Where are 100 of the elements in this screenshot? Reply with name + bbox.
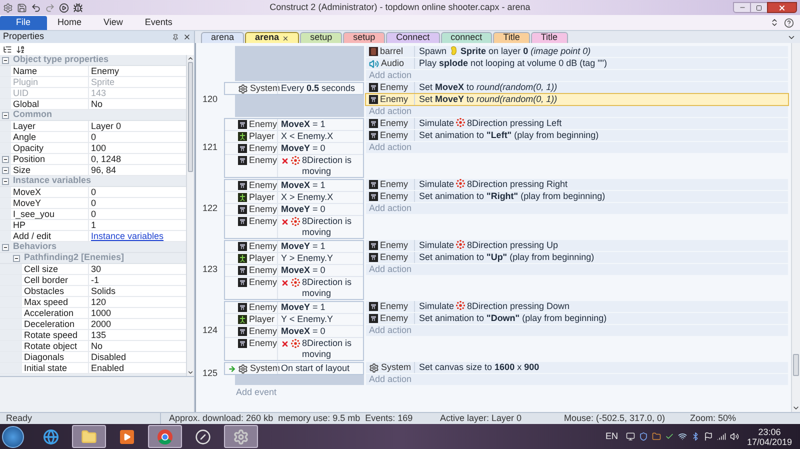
- layout-tab[interactable]: setup: [300, 32, 342, 43]
- property-row[interactable]: I_see_you 0: [0, 209, 186, 220]
- save-icon[interactable]: [17, 2, 27, 12]
- property-row[interactable]: Rotate object No: [0, 341, 186, 352]
- condition-block[interactable]: Enemy MoveY = 1 Player Y < Enemy.Y Enemy MoveX = 0 Enemy 8Direction is moving: [224, 301, 364, 361]
- action-row[interactable]: System Set canvas size to 1600 x 900: [366, 362, 788, 373]
- close-button[interactable]: [767, 2, 797, 13]
- property-row[interactable]: Position 0, 1248: [0, 154, 186, 165]
- condition-cell[interactable]: MoveX = 1: [277, 119, 363, 130]
- property-row[interactable]: Name Enemy: [0, 66, 186, 77]
- property-row[interactable]: Deceleration 2000: [0, 319, 186, 330]
- check-icon[interactable]: [664, 432, 674, 441]
- file-menu-button[interactable]: File: [0, 16, 47, 30]
- scroll-thumb[interactable]: [188, 62, 193, 172]
- property-row[interactable]: Initial state Enabled: [0, 363, 186, 374]
- property-row[interactable]: Cell size 30: [0, 264, 186, 275]
- play-icon[interactable]: [59, 2, 69, 12]
- action-row[interactable]: Enemy Simulate 8Direction pressing Right: [366, 179, 788, 190]
- layout-tab[interactable]: Title: [493, 32, 530, 43]
- property-row[interactable]: HP 1: [0, 220, 186, 231]
- scroll-thumb[interactable]: [793, 354, 799, 376]
- ribbon-tab[interactable]: Events: [134, 16, 184, 30]
- gear-icon[interactable]: [3, 2, 13, 12]
- property-row[interactable]: Layer Layer 0: [0, 121, 186, 132]
- action-row[interactable]: Enemy Simulate 8Direction pressing Up: [366, 240, 788, 251]
- volume-icon[interactable]: [730, 432, 739, 441]
- action-row[interactable]: Enemy Set animation to "Down" (play from beginning): [366, 313, 788, 324]
- tab-list-icon[interactable]: [787, 33, 796, 42]
- property-row[interactable]: Acceleration 1000: [0, 308, 186, 319]
- property-link[interactable]: Instance variables: [91, 231, 164, 241]
- close-icon[interactable]: [282, 34, 290, 42]
- collapse-icon[interactable]: [13, 254, 20, 262]
- collapse-icon[interactable]: [2, 112, 9, 118]
- action-row[interactable]: Enemy Set animation to "Right" (play from beginning): [366, 191, 788, 202]
- maximize-button[interactable]: [751, 2, 767, 13]
- folder-icon[interactable]: [652, 432, 661, 441]
- condition-cell[interactable]: Y > Enemy.Y: [277, 253, 363, 264]
- monitor-icon[interactable]: [626, 432, 635, 441]
- property-row[interactable]: Angle 0: [0, 132, 186, 143]
- bug-icon[interactable]: [73, 2, 83, 12]
- property-row[interactable]: Opacity 100: [0, 143, 186, 154]
- language-indicator[interactable]: EN: [605, 430, 618, 444]
- property-row[interactable]: Max speed 120: [0, 297, 186, 308]
- layout-tab[interactable]: connect: [440, 32, 492, 43]
- condition-cell[interactable]: MoveY = 1: [277, 302, 363, 313]
- action-row[interactable]: Enemy Set MoveY to round(random(0, 1)): [366, 94, 788, 105]
- collapse-ribbon-icon[interactable]: [770, 18, 779, 27]
- condition-block[interactable]: System On start of layout: [224, 362, 364, 375]
- property-row[interactable]: Obstacles Solids: [0, 286, 186, 297]
- action-row[interactable]: Audio Play splode not looping at volume 0 dB (tag ""): [366, 58, 788, 69]
- categorized-icon[interactable]: [3, 44, 12, 54]
- property-row[interactable]: Diagonals Disabled: [0, 352, 186, 363]
- condition-block[interactable]: Enemy MoveY = 1 Player Y > Enemy.Y Enemy MoveX = 0 Enemy 8Direction is moving: [224, 240, 364, 300]
- condition-cell[interactable]: X > Enemy.X: [277, 192, 363, 203]
- property-row[interactable]: Add / edit Instance variables: [0, 231, 186, 242]
- ribbon-tab[interactable]: View: [92, 16, 134, 30]
- scrollbar[interactable]: [791, 43, 800, 412]
- clock[interactable]: 23:06 17/04/2019: [746, 426, 792, 446]
- start-button[interactable]: [2, 426, 24, 448]
- property-row[interactable]: MoveY 0: [0, 198, 186, 209]
- bluetooth-icon[interactable]: [690, 432, 700, 441]
- pin-icon[interactable]: [172, 34, 179, 40]
- scroll-down-icon[interactable]: [792, 404, 800, 412]
- ribbon-tab[interactable]: Home: [46, 16, 93, 30]
- action-row[interactable]: barrel Spawn Sprite on layer 0 (image point 0): [366, 46, 788, 57]
- layout-tab[interactable]: arena: [201, 32, 244, 43]
- collapse-icon[interactable]: [2, 244, 9, 250]
- property-row[interactable]: Rotate speed 135: [0, 330, 186, 341]
- condition-cell[interactable]: 8Direction is moving: [277, 277, 363, 299]
- scroll-down-icon[interactable]: [187, 369, 194, 376]
- help-icon[interactable]: [784, 18, 794, 28]
- condition-cell[interactable]: On start of layout: [277, 363, 363, 374]
- action-row[interactable]: Enemy Simulate 8Direction pressing Left: [366, 118, 788, 129]
- condition-cell[interactable]: MoveY = 0: [277, 143, 363, 154]
- action-row[interactable]: Enemy Set MoveX to round(random(0, 1)): [366, 82, 788, 93]
- layout-tab[interactable]: setup: [343, 32, 386, 43]
- expand-icon[interactable]: [2, 166, 9, 174]
- condition-block[interactable]: System Every 0.5 seconds: [224, 82, 364, 95]
- condition-cell[interactable]: MoveX = 1: [277, 180, 363, 191]
- flag-icon[interactable]: [704, 432, 713, 441]
- property-row[interactable]: Cell border -1: [0, 275, 186, 286]
- condition-cell[interactable]: Y < Enemy.Y: [277, 314, 363, 325]
- scrollbar[interactable]: [186, 55, 194, 376]
- condition-cell[interactable]: 8Direction is moving: [277, 216, 363, 238]
- property-row[interactable]: Size 96, 84: [0, 165, 186, 176]
- condition-block[interactable]: Enemy MoveX = 1 Player X < Enemy.X Enemy MoveY = 0 Enemy 8Direction is moving: [224, 118, 364, 178]
- scroll-up-icon[interactable]: [187, 55, 194, 62]
- collapse-icon[interactable]: [2, 56, 9, 64]
- expand-icon[interactable]: [2, 156, 9, 162]
- condition-cell[interactable]: MoveX = 0: [277, 326, 363, 337]
- condition-cell[interactable]: MoveY = 1: [277, 241, 363, 252]
- sort-icon[interactable]: [16, 44, 25, 54]
- layout-tab[interactable]: Title: [530, 32, 568, 43]
- condition-cell[interactable]: MoveY = 0: [277, 204, 363, 215]
- wifi-icon[interactable]: [678, 432, 687, 441]
- property-row[interactable]: Global No: [0, 99, 186, 110]
- shield-icon[interactable]: [638, 432, 648, 441]
- action-row[interactable]: Enemy Set animation to "Up" (play from beginning): [366, 252, 788, 263]
- condition-cell[interactable]: 8Direction is moving: [277, 338, 363, 360]
- action-row[interactable]: Enemy Set animation to "Left" (play from beginning): [366, 130, 788, 141]
